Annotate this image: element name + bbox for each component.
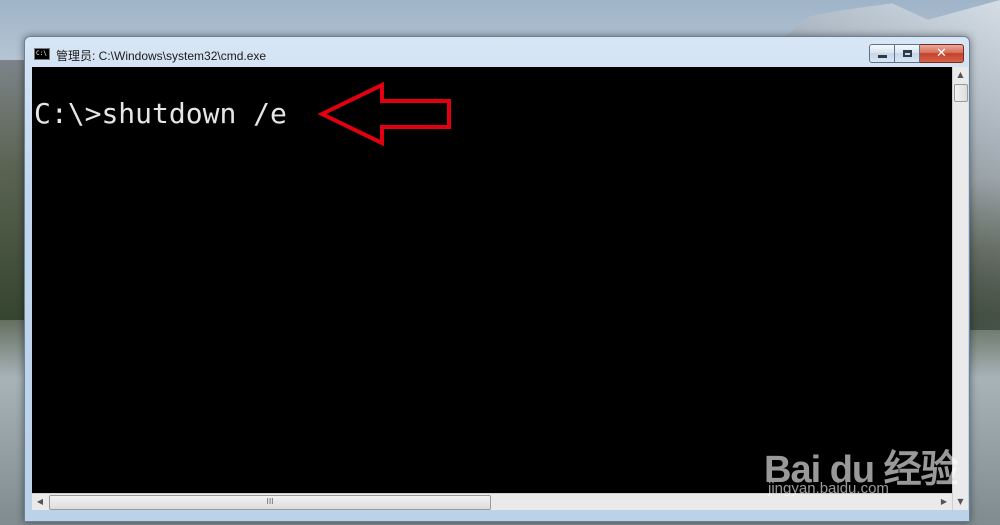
window-title: 管理员: C:\Windows\system32\cmd.exe xyxy=(56,49,267,63)
horizontal-scroll-thumb[interactable]: III xyxy=(49,495,491,510)
command-text: shutdown /e xyxy=(101,97,287,130)
prompt: C:\> xyxy=(34,97,102,130)
maximize-icon xyxy=(902,50,912,57)
close-icon: ✕ xyxy=(936,46,947,61)
scroll-grip-icon: III xyxy=(266,497,274,506)
scroll-left-arrow-icon[interactable]: ◀ xyxy=(32,494,48,510)
close-button[interactable]: ✕ xyxy=(920,44,964,63)
minimize-icon xyxy=(877,55,887,58)
title-bar[interactable]: C:\ 管理员: C:\Windows\system32\cmd.exe ✕ xyxy=(25,37,969,67)
maximize-button[interactable] xyxy=(895,44,920,63)
caption-buttons: ✕ xyxy=(869,44,964,64)
watermark-url: jingyan.baidu.com xyxy=(768,480,889,497)
command-line: C:\>shutdown /e xyxy=(34,97,287,130)
baidu-watermark: Bai du 经验 jingyan.baidu.com xyxy=(764,418,964,500)
minimize-button[interactable] xyxy=(869,44,895,63)
cmd-icon[interactable]: C:\ xyxy=(34,48,50,60)
scroll-up-arrow-icon[interactable]: ▲ xyxy=(953,67,968,83)
vertical-scroll-thumb[interactable] xyxy=(954,84,968,102)
red-arrow-icon xyxy=(317,81,451,147)
